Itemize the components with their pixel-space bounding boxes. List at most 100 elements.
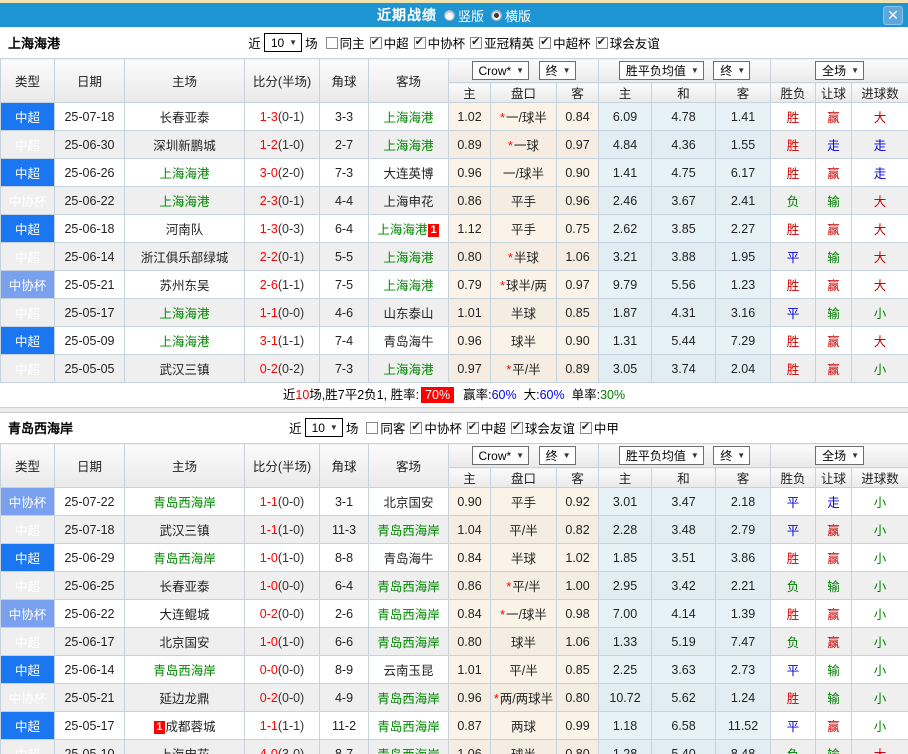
- team-name: 浙江俱乐部绿城: [140, 251, 229, 265]
- league-label-0-2[interactable]: 亚冠精英: [484, 33, 534, 52]
- cell-result-goals: 大: [851, 270, 908, 299]
- cell-date: 25-05-10: [54, 739, 125, 754]
- match-row: 中协杯 25-05-21 延边龙鼎 0-2(0-0) 4-9 青岛西海岸 0.9…: [0, 683, 908, 712]
- score-half: (0-0): [277, 494, 305, 509]
- cell-score: 1-1(1-0): [244, 515, 320, 544]
- col-away: 客场: [368, 58, 449, 103]
- cell-away: 北京国安: [368, 487, 449, 516]
- team-name: 青岛西海岸: [377, 636, 440, 650]
- odds-stage-select-1a[interactable]: 终 ▼: [538, 445, 576, 465]
- col-avg-away: 客: [715, 467, 772, 488]
- cell-avg-home: 1.33: [598, 627, 653, 656]
- cell-corner: 5-5: [319, 242, 369, 271]
- league-checkbox-1-3[interactable]: [579, 420, 592, 434]
- cell-corner: 8-8: [319, 543, 369, 572]
- odds-stage-select-1b[interactable]: 终 ▼: [713, 446, 751, 465]
- wdl-avg-select-1[interactable]: 胜平负均值 ▼: [618, 446, 704, 465]
- league-label-1-2[interactable]: 球会友谊: [525, 418, 575, 437]
- cell-result-handicap: 输: [815, 186, 853, 215]
- score-main: 1-2: [259, 137, 278, 152]
- col-handicap-result: 让球: [815, 467, 853, 488]
- team-title-0: 上海海港: [8, 36, 61, 51]
- cell-home: 北京国安: [124, 627, 245, 656]
- summary-count: 10: [295, 388, 310, 402]
- league-checkbox-0-3[interactable]: [539, 35, 552, 49]
- bookmaker-select-1[interactable]: Crow* ▼: [471, 446, 530, 466]
- cell-home: 浙江俱乐部绿城: [124, 242, 245, 271]
- cell-crow-away: 1.02: [555, 543, 600, 572]
- same-venue-label-0[interactable]: 同主: [340, 33, 365, 52]
- league-filters-0: 中超中协杯亚冠精英中超杯球会友谊: [365, 33, 660, 52]
- cell-result-goals: 小: [851, 543, 908, 572]
- league-checkbox-0-4[interactable]: [595, 35, 608, 49]
- match-row: 中协杯 25-07-22 青岛西海岸 1-1(0-0) 3-1 北京国安 0.9…: [0, 487, 908, 516]
- cell-crow-away: 1.06: [555, 242, 600, 271]
- team-name: 上海海港: [377, 223, 428, 237]
- cell-home: 上海海港: [124, 298, 245, 327]
- chevron-down-icon: ▼: [690, 66, 699, 75]
- same-venue-checkbox-0[interactable]: [325, 36, 338, 49]
- cell-result-handicap: 赢: [815, 711, 853, 740]
- bookmaker-select-0[interactable]: Crow* ▼: [471, 61, 530, 81]
- league-checkbox-0-2[interactable]: [470, 35, 483, 49]
- col-crow-away: 客: [555, 467, 600, 488]
- match-count-select-0[interactable]: 10 ▼: [263, 33, 303, 52]
- cell-result-goals: 小: [851, 683, 908, 712]
- league-label-0-1[interactable]: 中协杯: [428, 33, 466, 52]
- match-row: 中超 25-06-29 青岛西海岸 1-0(1-0) 8-8 青岛海牛 0.84…: [0, 543, 908, 572]
- league-checkbox-1-1[interactable]: [466, 420, 479, 434]
- cell-avg-draw: 3.85: [651, 214, 717, 243]
- fulltime-select-1[interactable]: 全场 ▼: [815, 446, 865, 465]
- radio-horizontal-label[interactable]: 横版: [505, 6, 531, 25]
- wdl-avg-select-0[interactable]: 胜平负均值 ▼: [618, 61, 704, 80]
- match-count-select-1[interactable]: 10 ▼: [304, 418, 343, 437]
- cell-score: 0-2(0-2): [244, 354, 320, 383]
- league-label-1-3[interactable]: 中甲: [594, 418, 619, 437]
- cell-date: 25-05-21: [54, 683, 125, 712]
- cell-crow-home: 1.01: [448, 655, 491, 684]
- cell-avg-away: 6.17: [715, 158, 772, 187]
- league-label-0-3[interactable]: 中超杯: [553, 33, 591, 52]
- cell-result-wdl: 负: [770, 186, 817, 215]
- cell-avg-home: 2.95: [598, 571, 653, 600]
- cell-crow-home: 0.96: [448, 326, 491, 355]
- col-home: 主场: [124, 443, 245, 488]
- radio-horizontal-layout[interactable]: [491, 9, 502, 21]
- cell-result-goals: 走: [851, 158, 908, 187]
- league-label-0-0[interactable]: 中超: [384, 33, 409, 52]
- score-half: (1-0): [277, 137, 305, 152]
- cell-crow-away: 0.84: [555, 102, 600, 131]
- chevron-down-icon: ▼: [562, 450, 571, 460]
- score-half: (1-0): [277, 522, 305, 537]
- cell-home: 长春亚泰: [124, 102, 245, 131]
- cell-crow-away: 0.89: [555, 354, 600, 383]
- radio-vertical-layout[interactable]: [443, 9, 455, 21]
- league-label-0-4[interactable]: 球会友谊: [610, 33, 660, 52]
- odds-stage-select-0a[interactable]: 终 ▼: [538, 60, 576, 80]
- league-checkbox-0-1[interactable]: [413, 35, 426, 49]
- cell-handicap: *一/球半: [490, 102, 557, 131]
- team-name: 青岛西海岸: [377, 748, 440, 754]
- same-venue-checkbox-1[interactable]: [366, 421, 379, 434]
- match-row: 中超 25-06-17 北京国安 1-0(1-0) 6-6 青岛西海岸 0.80…: [0, 627, 908, 656]
- score-main: 2-6: [259, 277, 278, 292]
- league-checkbox-0-0[interactable]: [369, 35, 382, 49]
- league-checkbox-1-0[interactable]: [410, 420, 423, 434]
- close-icon[interactable]: ✕: [883, 6, 903, 25]
- same-venue-label-1[interactable]: 同客: [380, 418, 405, 437]
- score-main: 0-2: [259, 690, 278, 705]
- team-name: 长春亚泰: [159, 580, 210, 594]
- star-marker: *: [500, 608, 505, 622]
- radio-vertical-label[interactable]: 竖版: [458, 6, 484, 25]
- cell-corner: 4-9: [319, 683, 369, 712]
- fulltime-select-0[interactable]: 全场 ▼: [815, 61, 865, 80]
- crow-group-header-1: Crow* ▼ 终 ▼: [447, 443, 600, 468]
- league-label-1-0[interactable]: 中协杯: [424, 418, 462, 437]
- league-label-1-1[interactable]: 中超: [481, 418, 506, 437]
- league-checkbox-1-2[interactable]: [510, 420, 523, 434]
- col-score: 比分(半场): [244, 58, 320, 103]
- cell-type: 中超: [0, 298, 55, 327]
- odds-stage-select-0b[interactable]: 终 ▼: [713, 61, 751, 80]
- col-type: 类型: [0, 443, 55, 488]
- chevron-down-icon: ▼: [329, 423, 338, 432]
